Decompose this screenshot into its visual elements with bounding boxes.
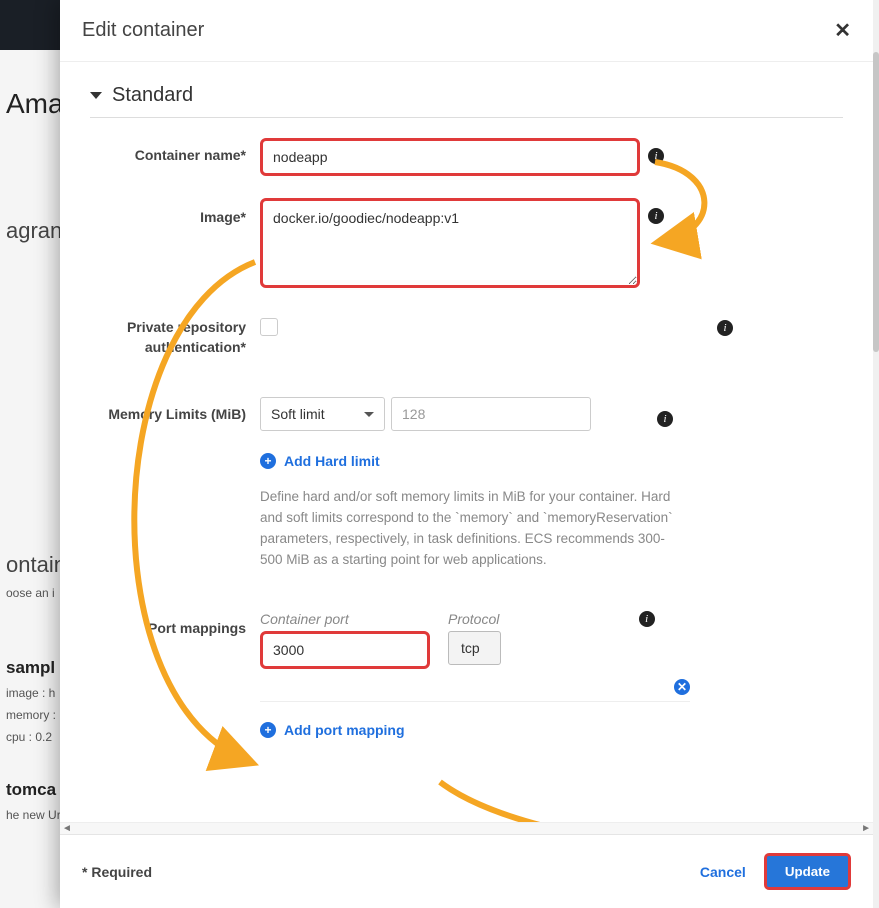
cancel-button[interactable]: Cancel: [700, 864, 746, 880]
modal-body: Standard Container name* i Image* docker…: [60, 62, 873, 822]
info-icon[interactable]: i: [657, 411, 673, 427]
image-input[interactable]: docker.io/goodiec/nodeapp:v1: [260, 198, 640, 288]
add-port-mapping-label: Add port mapping: [284, 722, 405, 738]
col-header-container-port: Container port: [260, 611, 430, 627]
modal-title: Edit container: [82, 19, 204, 42]
scrollbar-thumb[interactable]: [873, 52, 879, 352]
horizontal-scrollbar[interactable]: ◄ ►: [60, 822, 873, 834]
bg-text: oose an i: [0, 582, 60, 604]
vertical-scrollbar[interactable]: [873, 0, 879, 908]
bg-text: memory :: [0, 704, 60, 726]
background-page: Ama agran ontain oose an i sampl image :…: [0, 0, 60, 908]
row-container-name: Container name* i: [90, 138, 843, 176]
bg-text: tomca: [0, 776, 60, 804]
info-icon[interactable]: i: [648, 148, 664, 164]
label-container-name: Container name*: [90, 138, 260, 166]
row-port-mappings: Port mappings Container port Protocol tc…: [90, 611, 843, 738]
label-private-repo-auth: Private repository authentication*: [90, 310, 260, 357]
label-memory-limits: Memory Limits (MiB): [90, 397, 260, 425]
plus-icon: +: [260, 453, 276, 469]
add-hard-limit-button[interactable]: + Add Hard limit: [260, 453, 380, 469]
bg-heading: Ama: [0, 88, 60, 152]
col-header-protocol: Protocol: [448, 611, 501, 627]
remove-port-mapping-button[interactable]: ✕: [674, 679, 690, 695]
memory-limit-value-input[interactable]: [391, 397, 591, 431]
bg-text: agran: [0, 214, 60, 248]
container-name-input[interactable]: [260, 138, 640, 176]
bg-text: ontain: [0, 548, 60, 582]
close-icon[interactable]: ✕: [834, 18, 851, 43]
modal-header: Edit container ✕: [60, 0, 873, 62]
chevron-down-icon: [364, 412, 374, 417]
row-private-repo-auth: Private repository authentication* i: [90, 310, 843, 357]
memory-limit-type-value: Soft limit: [271, 406, 325, 422]
info-icon[interactable]: i: [648, 208, 664, 224]
scroll-right-icon: ►: [861, 823, 871, 834]
label-image: Image*: [90, 198, 260, 228]
memory-limit-type-select[interactable]: Soft limit: [260, 397, 385, 431]
required-note: * Required: [82, 864, 152, 880]
bg-text: cpu : 0.2: [0, 726, 60, 748]
bg-text: sampl: [0, 654, 60, 682]
caret-down-icon: [90, 92, 102, 99]
memory-helper-text: Define hard and/or soft memory limits in…: [260, 487, 680, 571]
modal-footer: * Required Cancel Update: [60, 834, 873, 908]
plus-icon: +: [260, 722, 276, 738]
info-icon[interactable]: i: [639, 611, 655, 627]
section-title: Standard: [112, 84, 193, 107]
row-memory-limits: Memory Limits (MiB) Soft limit i + Add H…: [90, 397, 843, 571]
bg-text: image : h: [0, 682, 60, 704]
section-toggle-standard[interactable]: Standard: [90, 84, 843, 118]
scroll-left-icon: ◄: [62, 823, 72, 834]
label-port-mappings: Port mappings: [90, 611, 260, 639]
info-icon[interactable]: i: [717, 320, 733, 336]
add-hard-limit-label: Add Hard limit: [284, 453, 380, 469]
bg-text: he new Ur: [0, 804, 60, 826]
private-repo-auth-checkbox[interactable]: [260, 318, 278, 336]
update-button[interactable]: Update: [764, 853, 851, 890]
row-image: Image* docker.io/goodiec/nodeapp:v1 i: [90, 198, 843, 288]
add-port-mapping-button[interactable]: + Add port mapping: [260, 722, 405, 738]
edit-container-modal: Edit container ✕ Standard Container name…: [60, 0, 873, 908]
